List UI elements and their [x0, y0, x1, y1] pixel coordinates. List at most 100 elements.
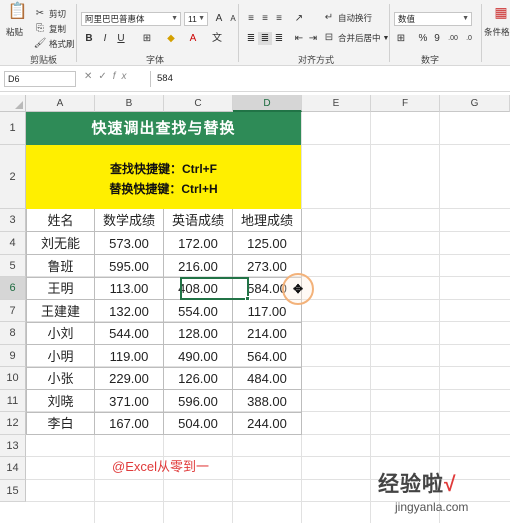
- row-header-2[interactable]: 2: [0, 145, 26, 209]
- column-header-c[interactable]: C: [164, 95, 233, 112]
- function-icon[interactable]: fx: [113, 71, 133, 82]
- table-cell[interactable]: 小张: [26, 367, 95, 390]
- confirm-icon[interactable]: ✓: [98, 71, 112, 82]
- table-header-cell[interactable]: 数学成绩: [95, 209, 164, 232]
- table-cell[interactable]: 596.00: [164, 390, 233, 413]
- increase-indent-icon[interactable]: ⇥: [306, 32, 320, 45]
- table-cell[interactable]: 128.00: [164, 322, 233, 345]
- align-middle-icon[interactable]: ≡: [258, 12, 272, 25]
- chevron-down-icon: ▼: [462, 15, 469, 22]
- paste-button[interactable]: 📋 粘贴: [6, 4, 27, 38]
- phonetic-icon[interactable]: 文: [210, 32, 224, 45]
- table-cell[interactable]: 刘晓: [26, 390, 95, 413]
- align-top-icon[interactable]: ≡: [244, 12, 258, 25]
- table-cell[interactable]: 119.00: [95, 345, 164, 368]
- table-cell[interactable]: 113.00: [95, 277, 164, 300]
- table-cell[interactable]: 172.00: [164, 232, 233, 255]
- fill-color-icon[interactable]: ◆: [164, 32, 178, 45]
- row-header-11[interactable]: 11: [0, 390, 26, 412]
- formula-input[interactable]: 584: [150, 71, 506, 87]
- conditional-format-button[interactable]: ▦ 条件格式: [484, 5, 510, 38]
- orientation-icon[interactable]: ↗: [292, 12, 306, 25]
- decrease-decimal-icon[interactable]: .0: [462, 32, 476, 45]
- fill-handle[interactable]: [245, 296, 250, 301]
- table-cell[interactable]: 王明: [26, 277, 95, 300]
- align-right-icon[interactable]: ≣: [272, 32, 286, 45]
- increase-decimal-icon[interactable]: .00: [446, 32, 460, 45]
- column-header-e[interactable]: E: [302, 95, 371, 112]
- row-header-8[interactable]: 8: [0, 322, 26, 345]
- currency-icon[interactable]: ⊞: [394, 32, 408, 45]
- font-size-select[interactable]: 11 ▼: [184, 12, 208, 26]
- row-header-3[interactable]: 3: [0, 209, 26, 232]
- merge-center-button[interactable]: ⊟ 合并后居中 ▼: [322, 32, 390, 44]
- table-cell[interactable]: 216.00: [164, 255, 233, 278]
- column-header-d[interactable]: D: [233, 95, 302, 112]
- table-cell[interactable]: 刘无能: [26, 232, 95, 255]
- comma-icon[interactable]: 9: [430, 32, 444, 45]
- table-cell[interactable]: 573.00: [95, 232, 164, 255]
- table-cell[interactable]: 564.00: [233, 345, 302, 368]
- wrap-text-button[interactable]: ↵ 自动换行: [322, 12, 372, 24]
- table-cell[interactable]: 244.00: [233, 412, 302, 435]
- row-header-13[interactable]: 13: [0, 435, 26, 457]
- row-header-12[interactable]: 12: [0, 412, 26, 435]
- table-cell[interactable]: 504.00: [164, 412, 233, 435]
- table-cell[interactable]: 229.00: [95, 367, 164, 390]
- row-header-9[interactable]: 9: [0, 345, 26, 367]
- cancel-icon[interactable]: ✕: [84, 71, 98, 82]
- table-cell[interactable]: 214.00: [233, 322, 302, 345]
- underline-icon[interactable]: U: [114, 32, 128, 45]
- table-cell[interactable]: 544.00: [95, 322, 164, 345]
- column-header-b[interactable]: B: [95, 95, 164, 112]
- italic-icon[interactable]: I: [98, 32, 112, 45]
- border-icon[interactable]: ⊞: [140, 32, 154, 45]
- table-cell[interactable]: 125.00: [233, 232, 302, 255]
- table-header-cell[interactable]: 姓名: [26, 209, 95, 232]
- font-color-icon[interactable]: A: [186, 32, 200, 45]
- column-header-a[interactable]: A: [26, 95, 95, 112]
- table-cell[interactable]: 167.00: [95, 412, 164, 435]
- row-header-5[interactable]: 5: [0, 255, 26, 277]
- table-cell[interactable]: 132.00: [95, 300, 164, 323]
- ribbon-separator: [238, 4, 239, 62]
- table-header-cell[interactable]: 英语成绩: [164, 209, 233, 232]
- font-name-select[interactable]: 阿里巴巴普惠体 ▼: [81, 12, 181, 26]
- format-painter-button[interactable]: 🖌 格式刷: [33, 38, 75, 50]
- table-cell[interactable]: 371.00: [95, 390, 164, 413]
- bold-icon[interactable]: B: [82, 32, 96, 45]
- align-center-icon[interactable]: ≣: [258, 32, 272, 45]
- table-cell[interactable]: 鲁班: [26, 255, 95, 278]
- column-header-g[interactable]: G: [440, 95, 510, 112]
- table-cell[interactable]: 554.00: [164, 300, 233, 323]
- row-header-15[interactable]: 15: [0, 480, 26, 502]
- select-all-corner[interactable]: [0, 95, 26, 112]
- decrease-indent-icon[interactable]: ⇤: [292, 32, 306, 45]
- increase-font-icon[interactable]: A: [212, 12, 226, 25]
- number-format-select[interactable]: 数值 ▼: [394, 12, 472, 26]
- active-cell-border: [180, 277, 249, 300]
- table-cell[interactable]: 小刘: [26, 322, 95, 345]
- align-left-icon[interactable]: ≣: [244, 32, 258, 45]
- row-header-7[interactable]: 7: [0, 300, 26, 322]
- table-cell[interactable]: 王建建: [26, 300, 95, 323]
- align-bottom-icon[interactable]: ≡: [272, 12, 286, 25]
- row-header-4[interactable]: 4: [0, 232, 26, 255]
- row-header-10[interactable]: 10: [0, 367, 26, 390]
- name-box[interactable]: D6: [4, 71, 76, 87]
- table-header-cell[interactable]: 地理成绩: [233, 209, 302, 232]
- table-cell[interactable]: 490.00: [164, 345, 233, 368]
- table-cell[interactable]: 李白: [26, 412, 95, 435]
- table-cell[interactable]: 388.00: [233, 390, 302, 413]
- row-header-1[interactable]: 1: [0, 112, 26, 145]
- table-cell[interactable]: 484.00: [233, 367, 302, 390]
- table-cell[interactable]: 595.00: [95, 255, 164, 278]
- column-header-f[interactable]: F: [371, 95, 440, 112]
- row-header-14[interactable]: 14: [0, 457, 26, 480]
- percent-icon[interactable]: %: [416, 32, 430, 45]
- table-cell[interactable]: 小明: [26, 345, 95, 368]
- cut-button[interactable]: ✂ 剪切: [33, 8, 66, 20]
- row-header-6[interactable]: 6: [0, 277, 26, 300]
- copy-button[interactable]: ⎘ 复制: [33, 23, 66, 35]
- table-cell[interactable]: 126.00: [164, 367, 233, 390]
